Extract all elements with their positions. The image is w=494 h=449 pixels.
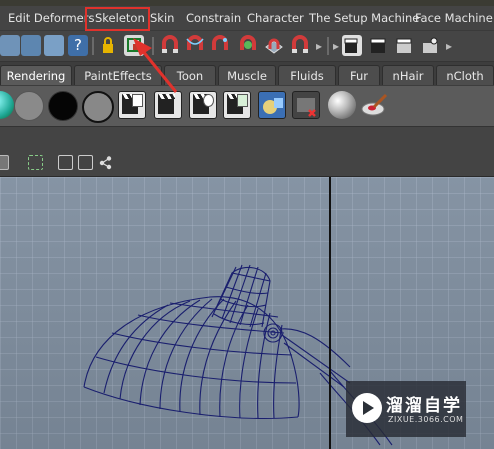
select-points-icon[interactable] [44, 35, 64, 56]
collapse-arrow-icon[interactable]: ▸ [446, 39, 452, 53]
phong-material-icon[interactable] [0, 91, 14, 119]
render-clapper-icon[interactable] [118, 91, 146, 119]
help-icon[interactable]: ? [68, 35, 88, 56]
sphere-light-icon[interactable] [328, 91, 356, 119]
render-settings-icon[interactable] [420, 35, 440, 56]
lock-icon[interactable] [98, 35, 118, 56]
collapse-arrow-icon[interactable]: ▸ [333, 39, 339, 53]
collapse-arrow-icon[interactable]: ▸ [316, 39, 322, 53]
tab-ncloth[interactable]: nCloth [436, 65, 494, 85]
tab-toon[interactable]: Toon [164, 65, 216, 85]
tab-painteffects[interactable]: PaintEffects [74, 65, 162, 85]
snap-point-icon[interactable] [210, 35, 230, 56]
play-logo-icon [352, 393, 382, 423]
select-hierarchy-icon[interactable] [0, 35, 20, 56]
render-checklist-icon[interactable] [223, 91, 251, 119]
tab-muscle[interactable]: Muscle [218, 65, 276, 85]
batch-render-icon[interactable] [154, 91, 182, 119]
render-view-icon[interactable] [342, 35, 362, 56]
hypershade-icon[interactable] [258, 91, 286, 119]
lambert-material-icon[interactable] [14, 91, 44, 121]
watermark-title: 溜溜自学 [386, 396, 462, 416]
viewport-toolbar [0, 150, 494, 177]
viewport-divider [329, 177, 331, 449]
tab-nhair[interactable]: nHair [382, 65, 434, 85]
panel-divider [0, 127, 494, 150]
menu-setup-machine[interactable]: The Setup Machine [309, 11, 419, 25]
menu-face-machine[interactable]: Face Machine [415, 11, 493, 25]
snap-view-plane-icon[interactable] [238, 35, 258, 56]
wireframe-cube-icon[interactable] [58, 155, 73, 170]
tab-rendering[interactable]: Rendering [0, 65, 72, 85]
menu-character[interactable]: Character [247, 11, 304, 25]
toolbar-separator [152, 37, 154, 55]
select-components-icon[interactable] [21, 35, 41, 56]
tab-fur[interactable]: Fur [338, 65, 380, 85]
light-delete-icon[interactable] [292, 91, 320, 119]
select-by-name-icon[interactable] [124, 35, 144, 56]
render-current-icon[interactable] [368, 35, 388, 56]
menu-skin[interactable]: Skin [150, 11, 174, 25]
menu-bar: Edit Deformers Skeleton Skin Constrain C… [0, 6, 494, 30]
watermark-subtitle: ZIXUE.3066.COM [388, 415, 464, 424]
shelf-icon-row [0, 86, 494, 127]
render-settings-shelf-icon[interactable] [189, 91, 217, 119]
camera-icon[interactable] [0, 155, 9, 170]
snap-grid-icon[interactable] [160, 35, 180, 56]
toolbar-separator [92, 37, 94, 55]
annotation-highlight-box [85, 7, 150, 31]
tab-fluids[interactable]: Fluids [278, 65, 336, 85]
select-camera-icon[interactable] [28, 155, 43, 170]
make-live-icon[interactable] [290, 35, 310, 56]
snap-surface-icon[interactable] [264, 35, 284, 56]
watermark: 溜溜自学 ZIXUE.3066.COM [346, 381, 466, 437]
surface-shader-icon[interactable] [48, 91, 78, 121]
paint-brush-icon[interactable] [360, 91, 388, 119]
status-toolbar: ? ▸ ▸ ▸ [0, 30, 494, 62]
share-nodes-icon[interactable] [98, 155, 113, 170]
shelf-tabs: Rendering PaintEffects Toon Muscle Fluid… [0, 62, 494, 86]
snap-curve-icon[interactable] [185, 35, 205, 56]
use-background-icon[interactable] [82, 91, 114, 123]
toolbar-separator [327, 37, 329, 55]
ipr-render-icon[interactable] [394, 35, 414, 56]
menu-edit-deformers[interactable]: Edit Deformers [8, 11, 94, 25]
menu-constrain[interactable]: Constrain [186, 11, 241, 25]
two-pane-icon[interactable] [78, 155, 93, 170]
